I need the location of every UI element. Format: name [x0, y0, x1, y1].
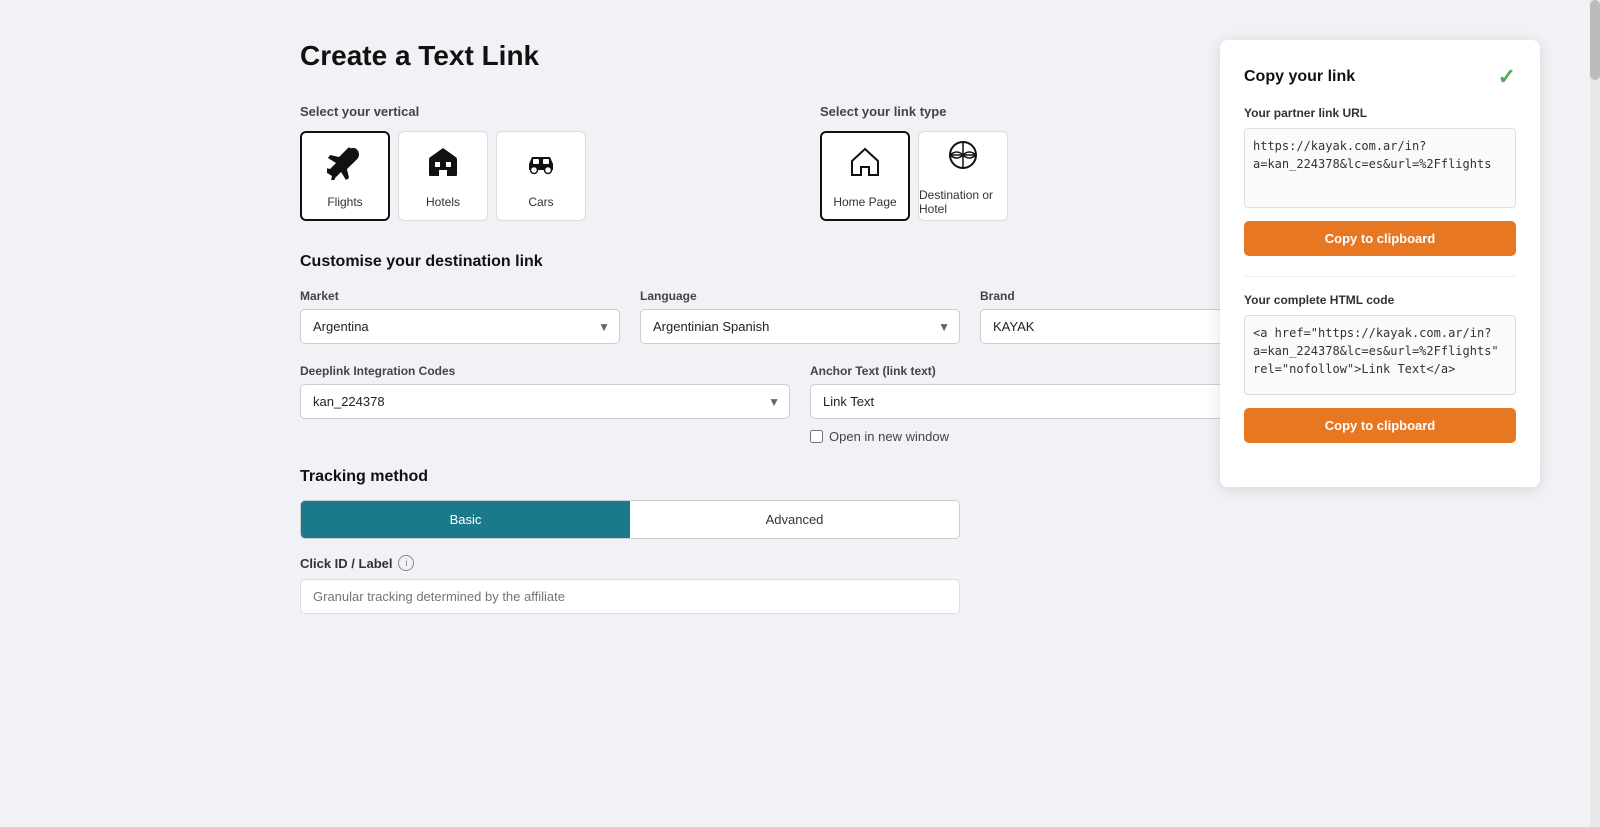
market-select-wrapper: Argentina ▼	[300, 309, 620, 344]
basic-tracking-btn[interactable]: Basic	[301, 501, 630, 538]
deeplink-select-wrapper: kan_224378 ▼	[300, 384, 790, 419]
check-icon: ✓	[1498, 64, 1516, 90]
hotels-icon	[425, 144, 461, 187]
vertical-cards: Flights Hotels	[300, 131, 780, 221]
scrollbar-thumb[interactable]	[1590, 0, 1600, 80]
copy-panel: Copy your link ✓ Your partner link URL C…	[1220, 40, 1540, 487]
tracking-toggle: Basic Advanced	[300, 500, 960, 539]
vertical-hotels[interactable]: Hotels	[398, 131, 488, 221]
copy-panel-title: Copy your link	[1244, 68, 1355, 86]
cars-icon	[523, 144, 559, 187]
page-title: Create a Text Link	[300, 40, 1300, 72]
copy-panel-header: Copy your link ✓	[1244, 64, 1516, 90]
market-select[interactable]: Argentina	[300, 309, 620, 344]
deeplink-label: Deeplink Integration Codes	[300, 364, 790, 378]
flights-icon	[327, 144, 363, 187]
homepage-label: Home Page	[833, 195, 896, 209]
link-type-destination[interactable]: Destination or Hotel	[918, 131, 1008, 221]
deeplink-anchor-row: Deeplink Integration Codes kan_224378 ▼ …	[300, 364, 1300, 444]
html-code-label: Your complete HTML code	[1244, 293, 1516, 307]
market-label: Market	[300, 289, 620, 303]
flights-label: Flights	[327, 195, 362, 209]
hotels-label: Hotels	[426, 195, 460, 209]
deeplink-group: Deeplink Integration Codes kan_224378 ▼	[300, 364, 790, 444]
tracking-title: Tracking method	[300, 468, 1300, 486]
click-id-label: Click ID / Label	[300, 556, 392, 571]
deeplink-select[interactable]: kan_224378	[300, 384, 790, 419]
scrollbar-track	[1590, 0, 1600, 827]
open-new-window-label: Open in new window	[829, 429, 949, 444]
market-group: Market Argentina ▼	[300, 289, 620, 344]
advanced-tracking-btn[interactable]: Advanced	[630, 501, 959, 538]
language-select[interactable]: Argentinian Spanish	[640, 309, 960, 344]
language-label: Language	[640, 289, 960, 303]
vertical-cars[interactable]: Cars	[496, 131, 586, 221]
html-code-textarea[interactable]	[1244, 315, 1516, 395]
language-group: Language Argentinian Spanish ▼	[640, 289, 960, 344]
destination-label: Destination or Hotel	[919, 188, 1007, 216]
market-language-brand-row: Market Argentina ▼ Language Argentinian …	[300, 289, 1300, 344]
open-new-window-checkbox[interactable]	[810, 430, 823, 443]
homepage-icon	[847, 144, 883, 187]
link-type-homepage[interactable]: Home Page	[820, 131, 910, 221]
copy-html-btn[interactable]: Copy to clipboard	[1244, 408, 1516, 443]
click-id-input[interactable]	[300, 579, 960, 614]
vertical-flights[interactable]: Flights	[300, 131, 390, 221]
vertical-section-label: Select your vertical	[300, 104, 780, 119]
language-select-wrapper: Argentinian Spanish ▼	[640, 309, 960, 344]
partner-url-textarea[interactable]	[1244, 128, 1516, 208]
partner-url-label: Your partner link URL	[1244, 106, 1516, 120]
destination-icon	[945, 137, 981, 180]
customise-title: Customise your destination link	[300, 253, 1300, 271]
click-id-info-icon[interactable]: i	[398, 555, 414, 571]
copy-url-btn[interactable]: Copy to clipboard	[1244, 221, 1516, 256]
cars-label: Cars	[528, 195, 553, 209]
click-id-row: Click ID / Label i	[300, 555, 1300, 571]
